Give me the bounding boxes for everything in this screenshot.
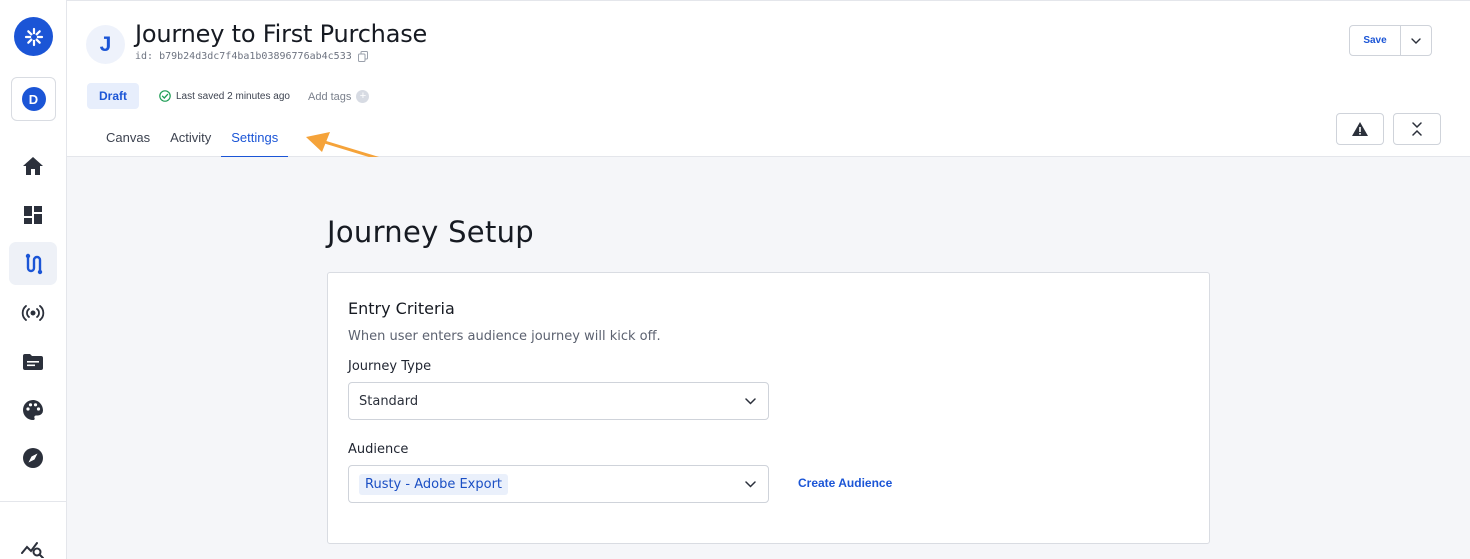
chevron-down-icon	[745, 480, 756, 488]
tab-canvas[interactable]: Canvas	[96, 122, 160, 158]
create-audience-link[interactable]: Create Audience	[798, 476, 892, 490]
sidebar-item-journeys[interactable]	[9, 242, 57, 285]
broadcast-icon	[21, 304, 45, 321]
user-avatar: D	[21, 87, 46, 111]
add-tags-label: Add tags	[308, 90, 352, 103]
rail-divider	[0, 501, 66, 502]
card-title: Entry Criteria	[348, 299, 455, 318]
add-tags-button[interactable]: Add tags +	[308, 90, 370, 103]
journey-type-value: Standard	[359, 393, 419, 409]
copy-icon[interactable]	[357, 51, 368, 62]
compass-icon	[23, 447, 43, 468]
save-button[interactable]: Save	[1350, 26, 1401, 55]
journey-type-select[interactable]: Standard	[348, 382, 769, 420]
sidebar-item-home[interactable]	[9, 144, 57, 187]
page-title: Journey to First Purchase	[135, 20, 428, 48]
entry-criteria-card: Entry Criteria When user enters audience…	[327, 272, 1210, 544]
journey-header: J Journey to First Purchase id: b79b24d3…	[67, 0, 1470, 158]
sidebar-item-broadcast[interactable]	[9, 291, 57, 334]
warning-icon	[1352, 122, 1368, 136]
section-title: Journey Setup	[327, 215, 534, 249]
sidebar-item-analytics[interactable]	[9, 525, 57, 559]
audience-label: Audience	[348, 442, 409, 457]
collapse-header-button[interactable]	[1393, 113, 1441, 145]
chevron-down-icon	[745, 397, 756, 405]
dashboard-icon	[24, 205, 42, 224]
analytics-search-icon	[21, 541, 44, 558]
journey-avatar: J	[86, 25, 125, 64]
journey-id-text: id: b79b24d3dc7f4ba1b03896776ab4c533	[135, 51, 352, 62]
tab-activity[interactable]: Activity	[160, 122, 221, 158]
journey-icon	[25, 253, 43, 274]
user-avatar-button[interactable]: D	[11, 77, 56, 121]
collapse-icon	[1412, 122, 1422, 136]
last-saved-status: Last saved 2 minutes ago	[159, 90, 290, 102]
tab-settings[interactable]: Settings	[221, 122, 289, 158]
sidebar-item-content[interactable]	[9, 340, 57, 383]
chevron-down-icon	[1411, 37, 1421, 44]
sidebar-item-design[interactable]	[9, 388, 57, 431]
tab-bar: Canvas Activity Settings	[96, 122, 289, 158]
audience-chip: Rusty - Adobe Export	[359, 473, 509, 495]
settings-content: Journey Setup Entry Criteria When user e…	[67, 157, 1470, 559]
last-saved-text: Last saved 2 minutes ago	[176, 90, 290, 102]
left-rail: D	[0, 0, 67, 559]
home-icon	[23, 156, 43, 175]
save-options-dropdown[interactable]	[1401, 26, 1431, 55]
journey-id: id: b79b24d3dc7f4ba1b03896776ab4c533	[135, 51, 368, 62]
status-badge: Draft	[87, 83, 139, 109]
warnings-button[interactable]	[1336, 113, 1384, 145]
card-description: When user enters audience journey will k…	[348, 329, 661, 344]
app-logo-icon[interactable]	[14, 17, 53, 56]
save-button-group: Save	[1349, 25, 1432, 56]
sidebar-item-explore[interactable]	[9, 436, 57, 479]
palette-icon	[23, 399, 43, 420]
audience-select[interactable]: Rusty - Adobe Export	[348, 465, 769, 503]
plus-icon: +	[356, 90, 370, 103]
sidebar-item-dashboard[interactable]	[9, 193, 57, 236]
folder-icon	[23, 353, 43, 370]
journey-type-label: Journey Type	[348, 359, 432, 374]
check-circle-icon	[159, 90, 171, 102]
